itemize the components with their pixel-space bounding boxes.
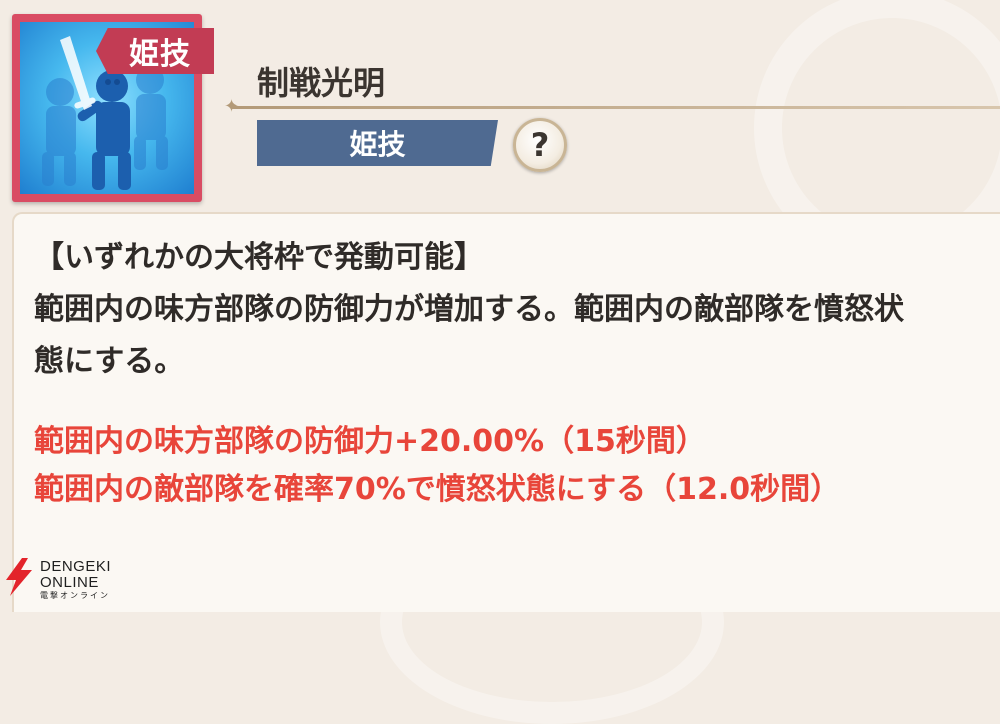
skill-icon-frame: 姫技	[12, 14, 214, 202]
title-divider	[232, 106, 1000, 109]
skill-ribbon-badge: 姫技	[96, 28, 214, 74]
description-line: 【いずれかの大将枠で発動可能】	[34, 240, 484, 275]
effect-line: 範囲内の敵部隊を確率70%で憤怒状態にする（12.0秒間）	[34, 472, 841, 507]
watermark-line3: 電撃オンライン	[40, 591, 110, 600]
skill-effects: 範囲内の味方部隊の防御力+20.00%（15秒間） 範囲内の敵部隊を確率70%で…	[34, 418, 1000, 514]
description-line: 態にする。	[34, 344, 185, 379]
question-icon: ?	[530, 126, 550, 164]
help-button[interactable]: ?	[513, 118, 567, 172]
lightning-logo-icon	[6, 558, 32, 596]
skill-description: 【いずれかの大将枠で発動可能】 範囲内の味方部隊の防御力が増加する。範囲内の敵部…	[34, 232, 1000, 388]
skill-type-badge: 姫技	[257, 120, 498, 166]
effect-line: 範囲内の味方部隊の防御力+20.00%（15秒間）	[34, 424, 706, 459]
watermark-line1: DENGEKI	[40, 558, 112, 575]
dengeki-online-logo: DENGEKI ONLINE 電撃オンライン	[4, 556, 134, 600]
skill-name: 制戦光明	[257, 64, 386, 102]
skill-ribbon-label: 姫技	[129, 37, 191, 72]
description-line: 範囲内の味方部隊の防御力が増加する。範囲内の敵部隊を憤怒状	[34, 292, 904, 327]
ornament-icon: ✦	[224, 96, 240, 117]
watermark-line2: ONLINE	[40, 574, 99, 591]
